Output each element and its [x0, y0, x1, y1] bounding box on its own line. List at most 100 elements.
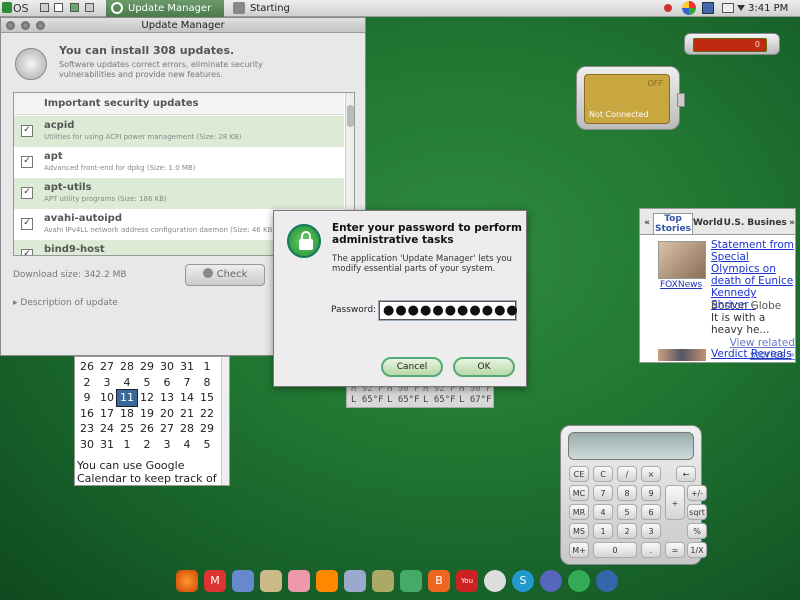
list-item[interactable]: ✓ acpid Utilities for using ACPI power m… [14, 116, 344, 147]
workspace-switcher-icon[interactable] [70, 3, 79, 12]
calendar-icon[interactable] [232, 570, 254, 592]
calculator-key[interactable]: MC [569, 485, 589, 501]
clock[interactable]: 3:41 PM [748, 0, 788, 17]
calculator-key[interactable]: 0 [593, 542, 637, 558]
calculator-key[interactable]: . [641, 542, 661, 558]
tab-business[interactable]: Busines [747, 213, 787, 233]
calculator-key[interactable]: 6 [641, 504, 661, 520]
calendar-day[interactable]: 7 [177, 375, 197, 391]
calendar-day[interactable]: 26 [137, 421, 157, 437]
calendar-day[interactable]: 24 [97, 421, 117, 437]
workspace-icon[interactable] [85, 3, 94, 12]
close-window-icon[interactable] [6, 21, 15, 30]
calendar-day[interactable]: 17 [97, 406, 117, 422]
calendar-day[interactable]: 5 [197, 437, 217, 453]
calculator-key[interactable]: +/- [687, 485, 707, 501]
image-viewer-icon[interactable] [400, 570, 422, 592]
maximize-window-icon[interactable] [36, 21, 45, 30]
calendar-day[interactable]: 31 [97, 437, 117, 453]
calculator-key[interactable]: 7 [593, 485, 613, 501]
monitor-icon[interactable] [722, 3, 734, 13]
calculator-key[interactable]: 1/X [687, 542, 707, 558]
calendar-day[interactable]: 8 [197, 375, 217, 391]
os-logo[interactable]: OS [2, 1, 29, 16]
calendar-scrollbar[interactable] [221, 357, 229, 485]
update-checkbox[interactable]: ✓ [21, 249, 33, 255]
tab-top-stories[interactable]: Top Stories [653, 213, 693, 234]
news-source-logo[interactable]: FOXNews [660, 280, 702, 290]
calculator-key[interactable]: 9 [641, 485, 661, 501]
update-checkbox[interactable]: ✓ [21, 125, 33, 137]
list-item[interactable]: ✓ apt Advanced front-end for dpkg (Size:… [14, 147, 344, 178]
calculator-key[interactable]: % [687, 523, 707, 539]
calendar-day[interactable]: 14 [177, 390, 197, 406]
news-prev-button[interactable]: « [642, 213, 652, 233]
calculator-key[interactable]: = [665, 542, 685, 558]
calendar-day[interactable]: 31 [177, 359, 197, 375]
calendar-day[interactable]: 4 [117, 375, 137, 391]
network-icon[interactable] [702, 2, 714, 14]
calendar-day[interactable]: 22 [197, 406, 217, 422]
books-icon[interactable] [372, 570, 394, 592]
calendar-day[interactable]: 1 [117, 437, 137, 453]
calendar-day[interactable]: 30 [157, 359, 177, 375]
update-checkbox[interactable]: ✓ [21, 218, 33, 230]
calculator-key[interactable]: ← [676, 466, 696, 482]
calculator-key[interactable]: 3 [641, 523, 661, 539]
news-next-button[interactable]: » [787, 213, 795, 233]
calendar-day[interactable]: 29 [197, 421, 217, 437]
calendar-day[interactable]: 1 [197, 359, 217, 375]
news-thumbnail-2[interactable] [658, 349, 706, 361]
app-icon[interactable] [568, 570, 590, 592]
calendar-day[interactable]: 25 [117, 421, 137, 437]
calendar-day[interactable]: 3 [97, 375, 117, 391]
calendar-day[interactable]: 23 [77, 421, 97, 437]
volume-icon[interactable] [737, 5, 745, 11]
messenger-icon[interactable] [540, 570, 562, 592]
calendar-day[interactable]: 26 [77, 359, 97, 375]
taskbar-item-starting-administrative[interactable]: Starting Administrativ... [228, 0, 358, 31]
chat-icon[interactable] [484, 570, 506, 592]
calendar-day[interactable]: 5 [137, 375, 157, 391]
calendar-day[interactable]: 9 [77, 390, 97, 406]
calendar-day[interactable]: 30 [77, 437, 97, 453]
calendar-day[interactable]: 27 [157, 421, 177, 437]
update-checkbox[interactable]: ✓ [21, 187, 33, 199]
cancel-button[interactable]: Cancel [381, 357, 443, 377]
calculator-key[interactable]: 1 [593, 523, 613, 539]
documents-icon[interactable] [288, 570, 310, 592]
scrollbar-thumb[interactable] [347, 105, 354, 127]
calendar-day[interactable]: 4 [177, 437, 197, 453]
calendar-day[interactable]: 18 [117, 406, 137, 422]
blogger-icon[interactable]: B [428, 570, 450, 592]
skype-icon[interactable]: S [512, 570, 534, 592]
tab-us[interactable]: U.S. [722, 213, 746, 233]
calculator-key[interactable]: MR [569, 504, 589, 520]
calculator-key[interactable]: / [617, 466, 637, 482]
minimize-window-icon[interactable] [21, 21, 30, 30]
calendar-day[interactable]: 15 [197, 390, 217, 406]
gmail-icon[interactable]: M [204, 570, 226, 592]
calendar-day[interactable]: 3 [157, 437, 177, 453]
calculator-key[interactable]: 5 [617, 504, 637, 520]
calculator-key[interactable]: × [641, 466, 661, 482]
firefox-icon[interactable] [176, 570, 198, 592]
browser-icon[interactable] [596, 570, 618, 592]
tab-world[interactable]: World [693, 213, 723, 233]
calendar-day[interactable]: 12 [137, 390, 157, 406]
show-desktop-icon[interactable] [40, 3, 49, 12]
app-tray-icon[interactable] [682, 1, 696, 15]
taskbar-item-update-manager[interactable]: Update Manager [106, 0, 224, 17]
calculator-key[interactable]: CE [569, 466, 589, 482]
calculator-key[interactable]: MS [569, 523, 589, 539]
calendar-day[interactable]: 21 [177, 406, 197, 422]
window-list-icon[interactable] [54, 3, 63, 12]
calendar-day[interactable]: 16 [77, 406, 97, 422]
calendar-day[interactable]: 29 [137, 359, 157, 375]
window-titlebar[interactable]: Update Manager [1, 18, 365, 33]
calculator-key[interactable]: 8 [617, 485, 637, 501]
list-item[interactable]: ✓ apt-utils APT utility programs (Size: … [14, 178, 344, 209]
calendar-day[interactable]: 11 [116, 389, 138, 407]
calendar-day[interactable]: 20 [157, 406, 177, 422]
calculator-key[interactable]: 2 [617, 523, 637, 539]
